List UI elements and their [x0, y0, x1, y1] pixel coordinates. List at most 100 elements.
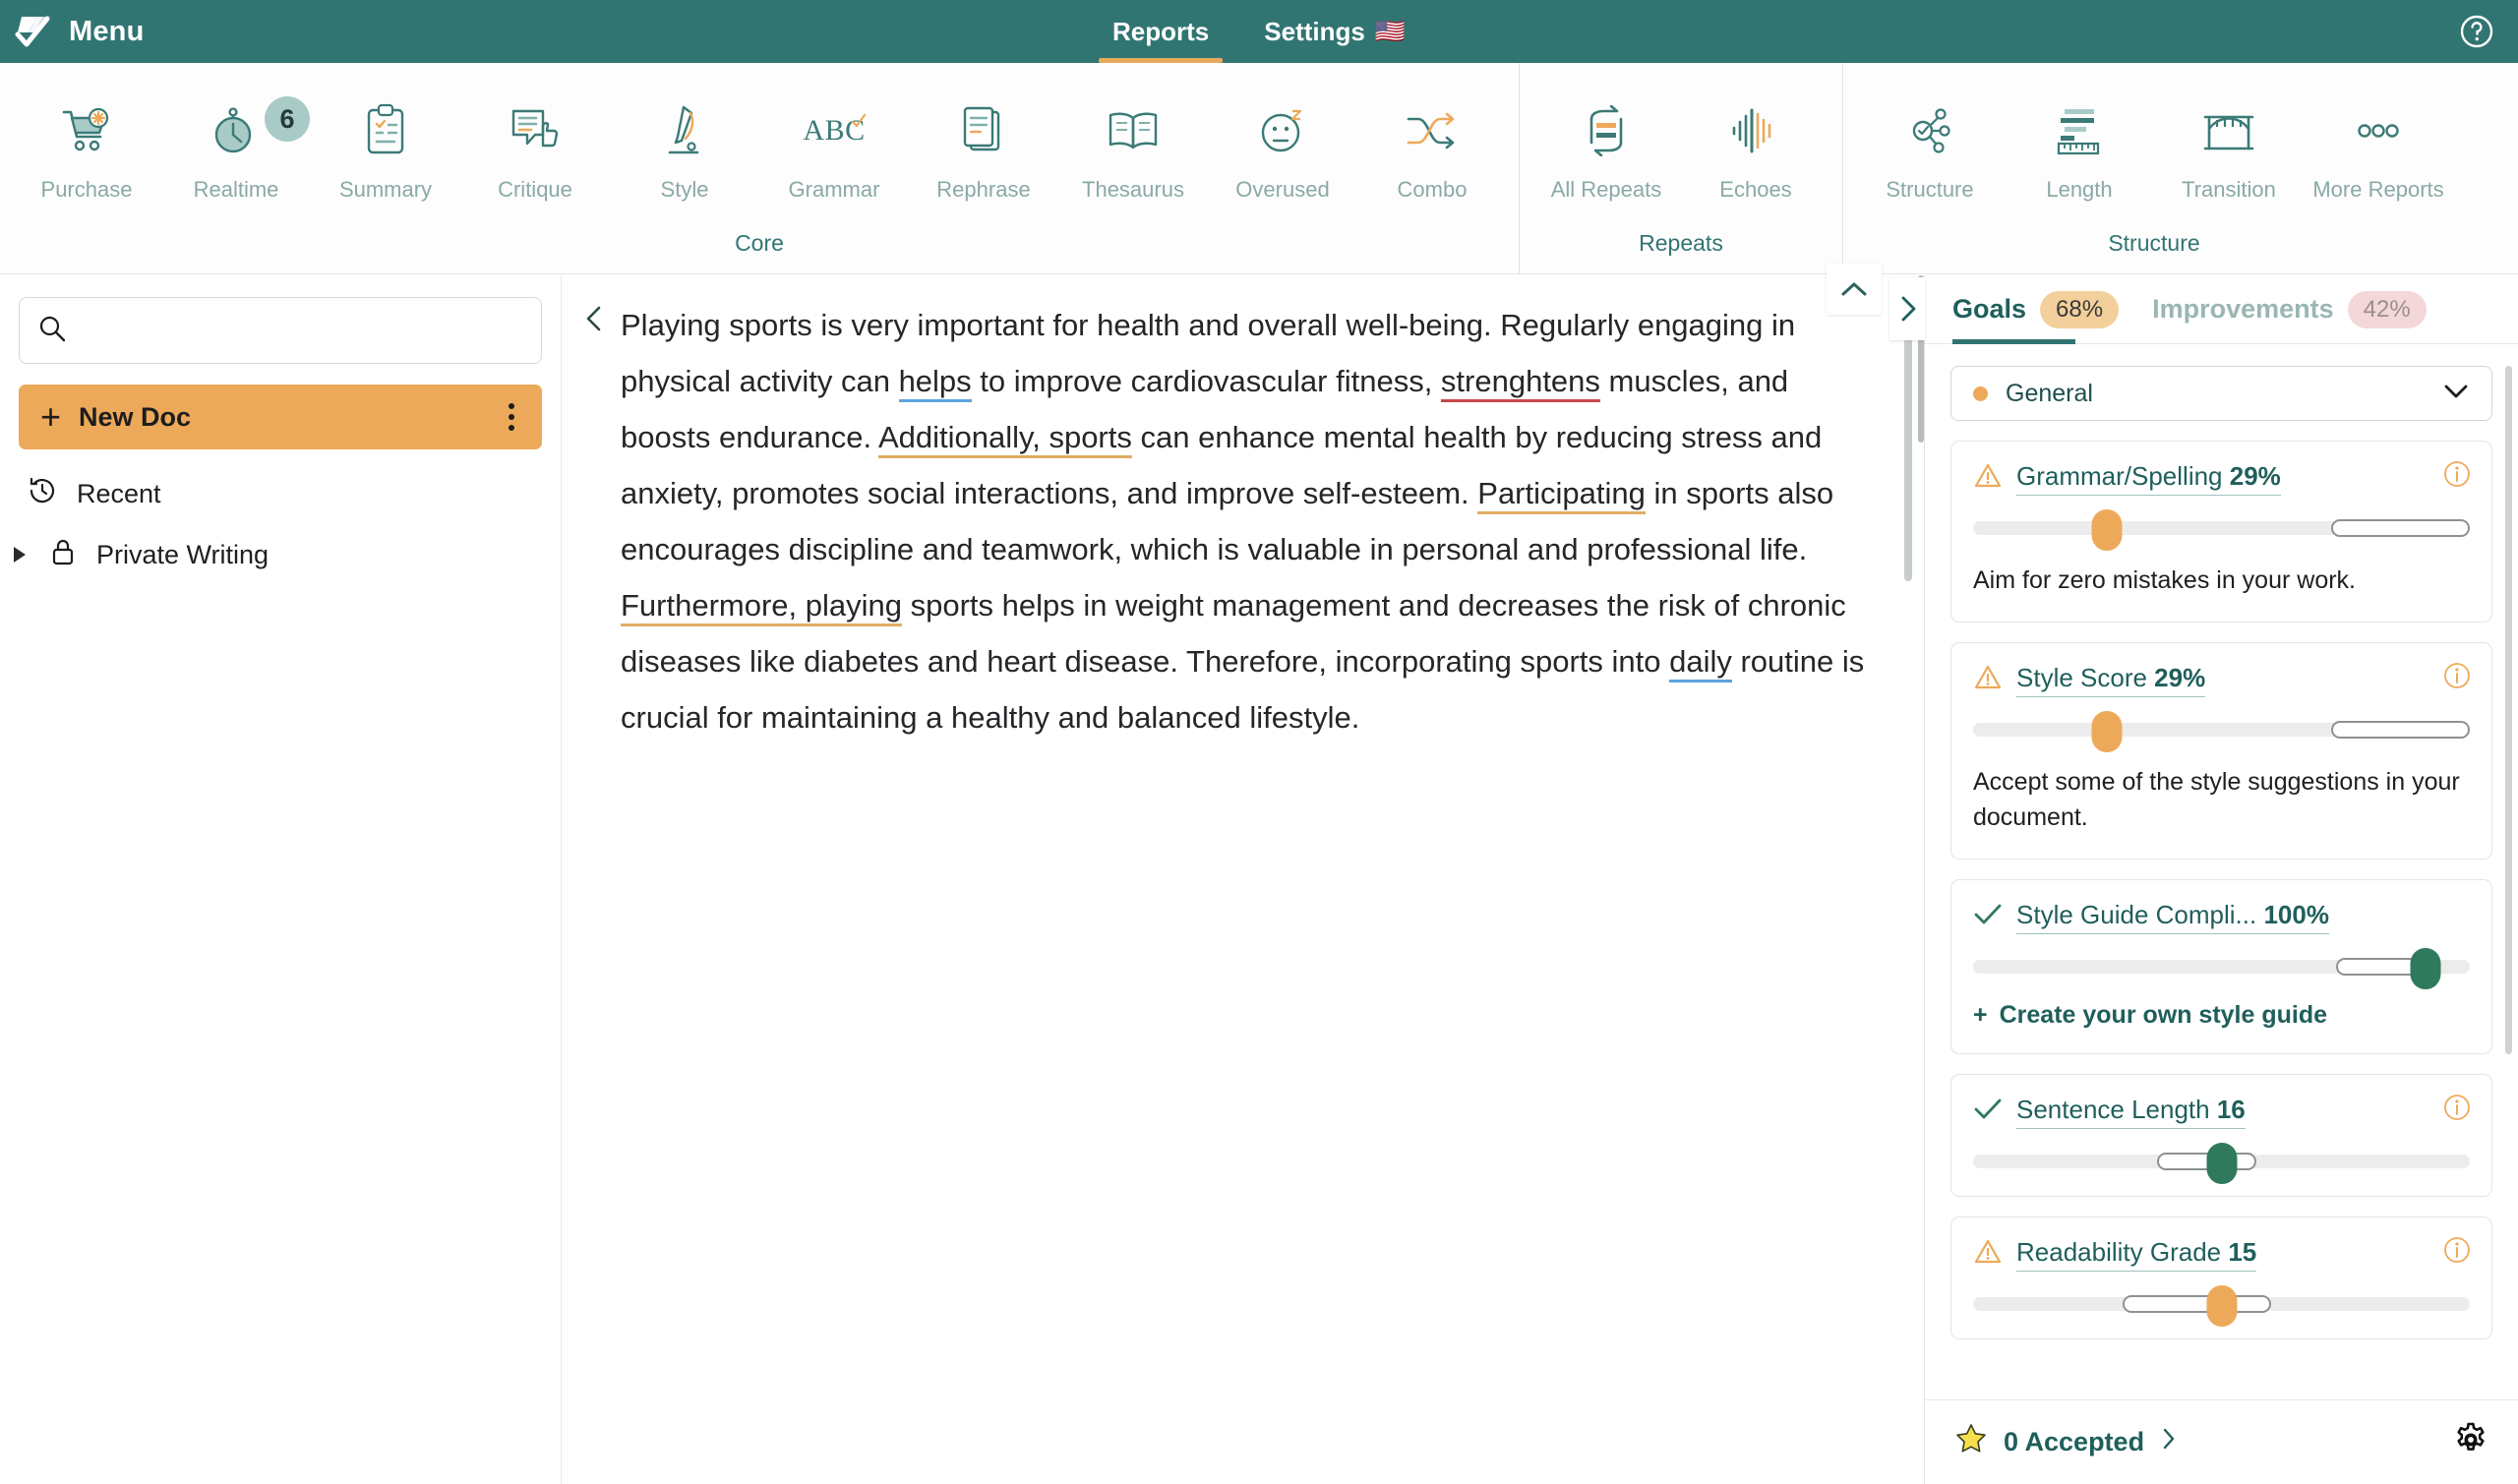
search-input[interactable]: [81, 317, 523, 344]
expand-caret-icon[interactable]: [14, 547, 26, 563]
waveform-icon: [1725, 100, 1786, 161]
brand[interactable]: Menu: [0, 11, 145, 52]
goal-card: Grammar/Spelling 29% Aim for zero mistake…: [1950, 441, 2492, 623]
tool-style[interactable]: Style: [610, 90, 759, 203]
status-dot-icon: [1973, 386, 1988, 401]
slider-thumb[interactable]: [2091, 711, 2123, 752]
goal-card: Sentence Length 16: [1950, 1074, 2492, 1197]
slider-thumb[interactable]: [2091, 509, 2123, 551]
tool-realtime[interactable]: 6 Realtime: [161, 90, 311, 203]
tool-summary-label: Summary: [338, 177, 433, 202]
plus-icon: +: [1973, 1001, 1988, 1029]
tab-goals[interactable]: Goals 68%: [1952, 275, 2120, 344]
ribbon-group-structure-label: Structure: [2108, 230, 2200, 256]
goal-title[interactable]: Readability Grade 15: [2016, 1237, 2257, 1272]
stopwatch-icon: 6: [206, 96, 310, 161]
tab-goals-label: Goals: [1952, 294, 2027, 324]
search-box[interactable]: [19, 297, 542, 364]
chevron-down-icon: [2442, 383, 2470, 405]
tool-structure-label: Structure: [1886, 177, 1974, 202]
ribbon-group-repeats: All Repeats Echoes Repeats: [1519, 63, 1842, 273]
tool-rephrase[interactable]: Rephrase: [909, 90, 1058, 203]
new-doc-button[interactable]: + New Doc: [19, 385, 542, 449]
fountain-pen-icon: [654, 100, 715, 161]
new-doc-label: New Doc: [79, 401, 192, 432]
tab-improvements-label: Improvements: [2152, 294, 2334, 324]
suggestion-amber[interactable]: Participating: [1477, 476, 1646, 514]
create-style-guide-button[interactable]: + Create your own style guide: [1973, 1001, 2470, 1030]
tool-structure[interactable]: Structure: [1855, 90, 2005, 203]
document-text[interactable]: Playing sports is very important for hea…: [621, 297, 1865, 745]
suggestion-blue[interactable]: daily: [1669, 644, 1732, 683]
panel-scrollbar[interactable]: [2505, 366, 2512, 1054]
tool-summary[interactable]: Summary: [311, 90, 460, 203]
suggestion-amber[interactable]: Furthermore, playing: [621, 588, 903, 626]
tool-style-label: Style: [660, 177, 709, 202]
goal-slider[interactable]: [1973, 1143, 2470, 1184]
goal-description: Aim for zero mistakes in your work.: [1973, 566, 2356, 594]
suggestion-red[interactable]: strenghtens: [1440, 364, 1600, 402]
tool-purchase[interactable]: Purchase: [12, 90, 161, 203]
document-type-dropdown[interactable]: General: [1950, 366, 2492, 421]
ribbon-group-core: Purchase 6 Realtime Summary Critique Sty…: [0, 63, 1519, 273]
suggestion-amber[interactable]: Additionally, sports: [877, 420, 1132, 458]
slider-target-range: [2122, 1295, 2271, 1313]
info-circle-icon[interactable]: [2442, 459, 2472, 494]
tool-length[interactable]: Length: [2005, 90, 2154, 203]
document-editor: Playing sports is very important for hea…: [562, 275, 1924, 1484]
document-scrollbar[interactable]: [1904, 301, 1912, 581]
tool-more-reports[interactable]: More Reports: [2304, 90, 2453, 203]
slider-thumb[interactable]: [2410, 948, 2441, 989]
search-icon: [37, 314, 67, 348]
goal-slider[interactable]: [1973, 948, 2470, 989]
tool-thesaurus[interactable]: Thesaurus: [1058, 90, 1208, 203]
info-circle-icon[interactable]: [2442, 1235, 2472, 1270]
goal-title[interactable]: Grammar/Spelling 29%: [2016, 461, 2281, 496]
suggestion-blue[interactable]: helps: [898, 364, 972, 402]
info-circle-icon[interactable]: [2442, 661, 2472, 695]
tab-improvements[interactable]: Improvements 42%: [2152, 275, 2427, 344]
accepted-suggestions-button[interactable]: 0 Accepted: [1954, 1422, 2437, 1462]
tool-more-reports-label: More Reports: [2312, 177, 2444, 202]
kebab-menu-icon[interactable]: [503, 399, 520, 435]
rephrase-page-icon: [953, 100, 1014, 161]
gear-icon[interactable]: [2453, 1422, 2488, 1462]
tool-overused-label: Overused: [1235, 177, 1330, 202]
language-flag-icon[interactable]: 🇺🇸: [1375, 19, 1406, 44]
tool-combo[interactable]: Combo: [1357, 90, 1507, 203]
sleepy-face-icon: [1252, 100, 1313, 161]
chevron-up-icon[interactable]: [1827, 264, 1882, 315]
goal-title[interactable]: Style Guide Compli... 100%: [2016, 900, 2329, 934]
goal-title[interactable]: Style Score 29%: [2016, 663, 2206, 697]
tool-combo-label: Combo: [1397, 177, 1468, 202]
sidebar-item-private-writing[interactable]: Private Writing: [0, 524, 561, 585]
tool-all-repeats[interactable]: All Repeats: [1531, 90, 1681, 203]
tool-transition-label: Transition: [2182, 177, 2276, 202]
goal-slider[interactable]: [1973, 1285, 2470, 1327]
shopping-cart-icon: [56, 100, 117, 161]
goal-title[interactable]: Sentence Length 16: [2016, 1095, 2246, 1129]
slider-thumb[interactable]: [2206, 1285, 2237, 1327]
chevron-left-icon[interactable]: [575, 299, 615, 338]
check-icon: [1973, 1097, 2003, 1127]
bridge-icon: [2198, 100, 2259, 161]
topnav-item-settings[interactable]: Settings 🇺🇸: [1236, 0, 1433, 63]
goal-slider[interactable]: [1973, 509, 2470, 551]
tool-grammar[interactable]: ABC Grammar: [759, 90, 909, 203]
tool-critique[interactable]: Critique: [460, 90, 610, 203]
goal-slider[interactable]: [1973, 711, 2470, 752]
ellipsis-icon: [2348, 100, 2409, 161]
help-circle-icon[interactable]: [2459, 14, 2494, 49]
create-style-guide-label: Create your own style guide: [1999, 1001, 2328, 1029]
info-circle-icon[interactable]: [2442, 1093, 2472, 1127]
slider-thumb[interactable]: [2206, 1143, 2237, 1184]
tool-echoes[interactable]: Echoes: [1681, 90, 1830, 203]
goals-list: General Grammar/Spelling 29% Aim for zero…: [1925, 344, 2518, 1399]
tool-transition[interactable]: Transition: [2154, 90, 2304, 203]
history-clock-icon: [28, 476, 57, 512]
sidebar-item-recent[interactable]: Recent: [0, 463, 561, 524]
tool-overused[interactable]: Overused: [1208, 90, 1357, 203]
chevron-right-icon[interactable]: [1889, 277, 1925, 340]
ribbon-group-repeats-label: Repeats: [1639, 230, 1723, 256]
topnav-item-reports[interactable]: Reports: [1085, 0, 1236, 63]
